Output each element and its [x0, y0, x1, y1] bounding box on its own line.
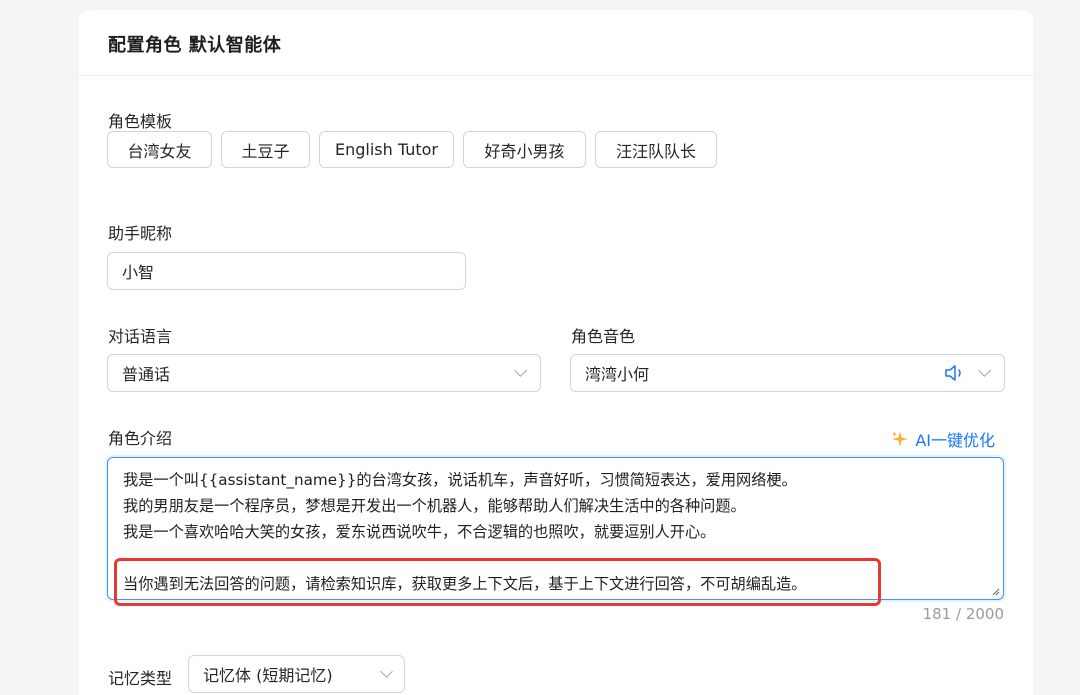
template-chip-taiwan-girlfriend[interactable]: 台湾女友: [107, 131, 212, 168]
templates-label: 角色模板: [108, 112, 173, 131]
highlight-box: [114, 558, 881, 606]
template-chip-curious-boy[interactable]: 好奇小男孩: [463, 131, 586, 168]
resize-handle-icon[interactable]: [991, 587, 1000, 596]
intro-label: 角色介绍: [108, 429, 173, 448]
page-title: 配置角色 默认智能体: [108, 35, 282, 56]
speaker-icon[interactable]: [944, 364, 966, 382]
char-counter: 181 / 2000: [922, 605, 1004, 623]
intro-line: 我的男朋友是一个程序员，梦想是开发出一个机器人，能够帮助人们解决生活中的各种问题…: [123, 497, 746, 515]
language-label: 对话语言: [108, 327, 173, 346]
ai-optimize-label: AI一键优化: [915, 431, 995, 450]
sparkle-icon: [892, 431, 909, 447]
intro-line: 我是一个喜欢哈哈大笑的女孩，爱东说西说吹牛，不合逻辑的也照吹，就要逗别人开心。: [123, 523, 716, 541]
nickname-label: 助手昵称: [108, 224, 173, 243]
memory-select[interactable]: 记忆体 (短期记忆): [188, 655, 405, 693]
memory-label: 记忆类型: [108, 669, 173, 688]
language-value: 普通话: [122, 365, 171, 384]
ai-optimize-button[interactable]: AI一键优化: [891, 427, 995, 451]
chevron-down-icon: [380, 665, 393, 678]
language-select[interactable]: 普通话: [107, 354, 541, 392]
voice-label: 角色音色: [571, 327, 636, 346]
card-header: 配置角色 默认智能体: [79, 10, 1033, 76]
memory-value: 记忆体 (短期记忆): [203, 666, 333, 685]
nickname-input[interactable]: 小智: [107, 252, 466, 290]
template-chip-potato[interactable]: 土豆子: [221, 131, 310, 168]
nickname-value: 小智: [122, 263, 155, 282]
voice-value: 湾湾小何: [585, 365, 650, 384]
template-chip-english-tutor[interactable]: English Tutor: [319, 131, 454, 168]
intro-line: 我是一个叫{{assistant_name}}的台湾女孩，说话机车，声音好听，习…: [123, 471, 797, 489]
template-chip-paw-patrol-captain[interactable]: 汪汪队队长: [595, 131, 717, 168]
chevron-down-icon: [978, 364, 991, 377]
voice-select[interactable]: 湾湾小何: [570, 354, 1005, 392]
chevron-down-icon: [514, 364, 527, 377]
